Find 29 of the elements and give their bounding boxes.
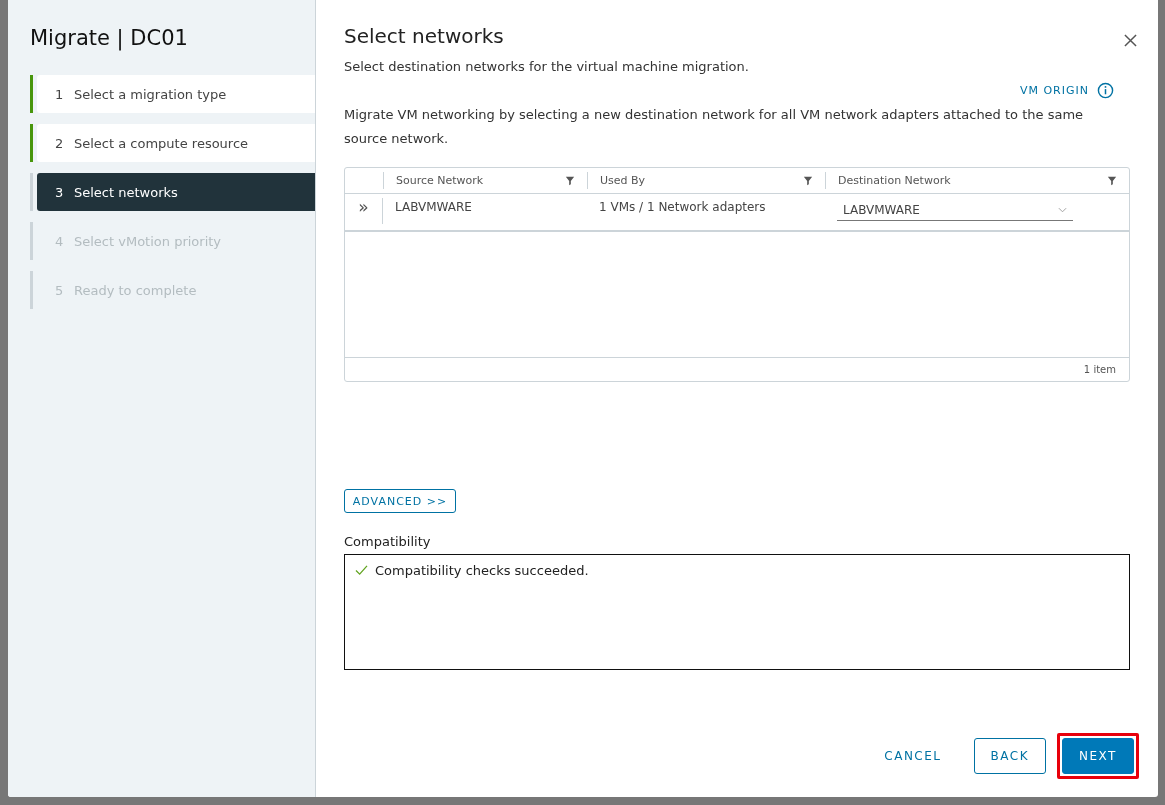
wizard-step[interactable]: 1 Select a migration type	[30, 75, 315, 113]
wizard-step[interactable]: 2 Select a compute resource	[30, 124, 315, 162]
back-button[interactable]: BACK	[973, 738, 1046, 774]
cancel-button[interactable]: CANCEL	[868, 738, 958, 774]
filter-icon[interactable]	[803, 175, 813, 186]
compatibility-message: Compatibility checks succeeded.	[375, 563, 589, 578]
vm-origin-link[interactable]: VM ORIGIN	[1019, 84, 1089, 97]
expand-toggle[interactable]: »	[358, 198, 369, 224]
item-count: 1 item	[1083, 364, 1116, 375]
description-text: Migrate VM networking by selecting a new destination network for all VM network adapters attached to the same source network.	[344, 106, 1085, 148]
page-title: Select networks	[344, 24, 504, 48]
subtitle-text: Select destination networks for the virtual machine migration.	[344, 59, 750, 74]
compatibility-label: Compatibility	[344, 534, 432, 549]
column-header[interactable]: Used By	[600, 174, 646, 187]
next-button[interactable]: NEXT	[1062, 738, 1134, 774]
check-icon	[355, 565, 368, 576]
table-cell: LABVMWARE	[395, 200, 472, 214]
table-cell: 1 VMs / 1 Network adapters	[599, 200, 766, 214]
info-icon[interactable]	[1097, 82, 1114, 99]
dialog-title: Migrate | DC01	[30, 26, 189, 50]
column-header[interactable]: Destination Network	[838, 174, 951, 187]
filter-icon[interactable]	[565, 175, 575, 186]
chevron-down-icon	[1058, 207, 1067, 213]
close-icon[interactable]	[1124, 33, 1137, 47]
filter-icon[interactable]	[1107, 175, 1117, 186]
advanced-button[interactable]: ADVANCED >>	[344, 489, 456, 513]
wizard-step[interactable]: 3 Select networks	[30, 173, 315, 211]
column-header[interactable]: Source Network	[396, 174, 484, 187]
network-dropdown[interactable]: LABVMWARE	[837, 203, 1073, 221]
